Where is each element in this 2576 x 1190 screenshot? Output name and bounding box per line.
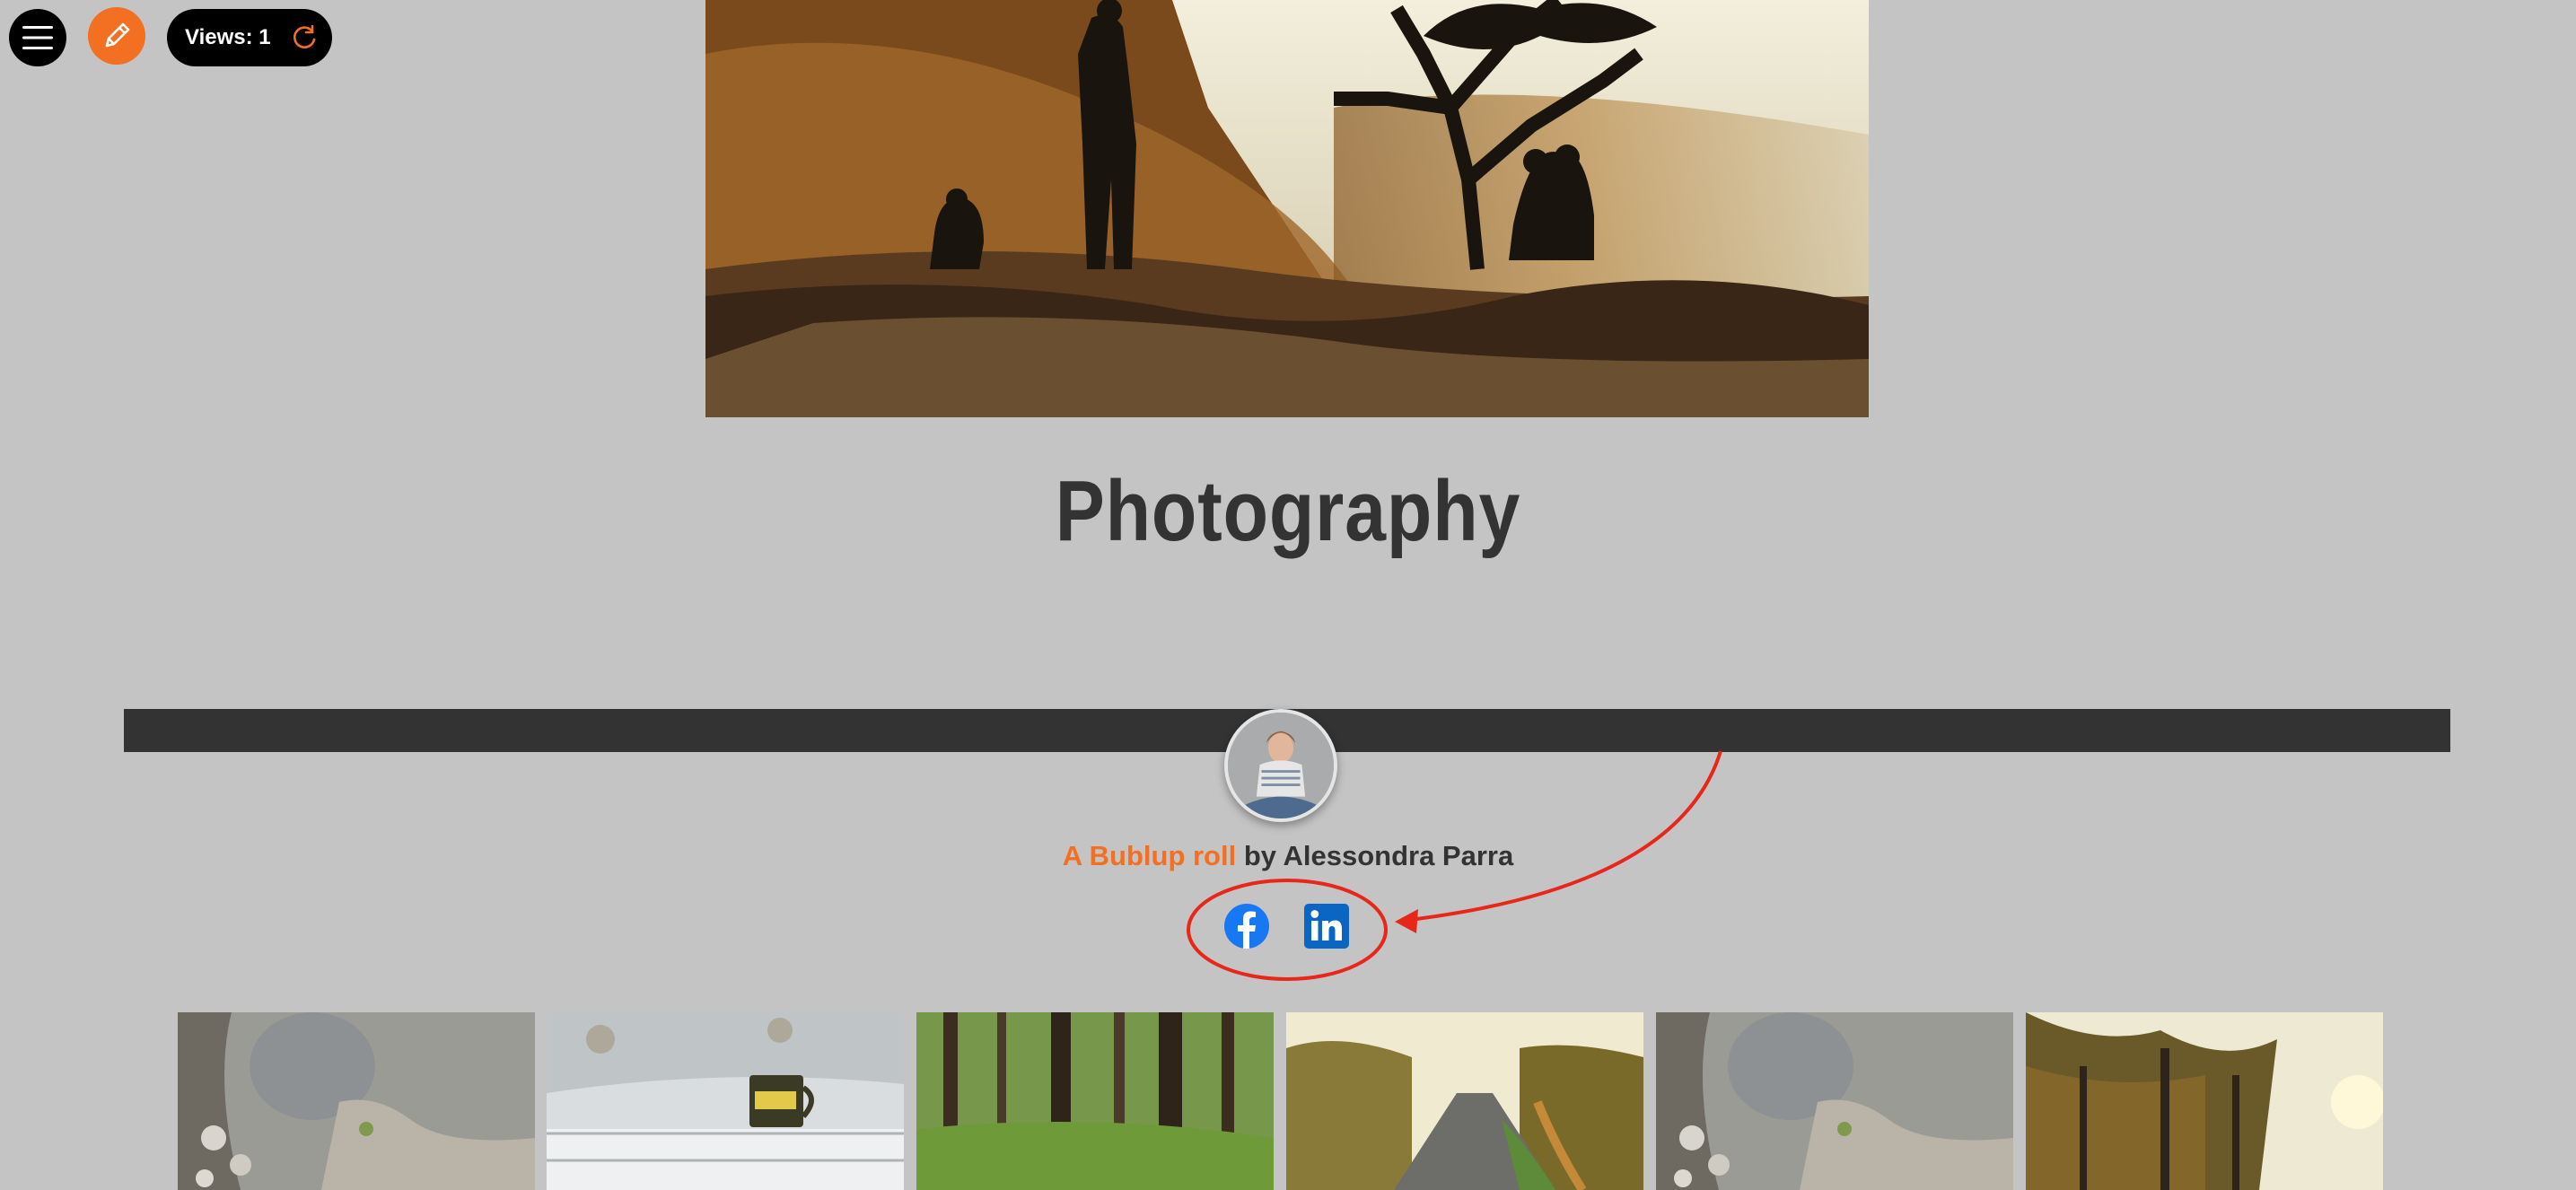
gallery-item[interactable] — [547, 1012, 904, 1190]
views-label: Views: 1 — [185, 25, 271, 49]
brand-link[interactable]: A Bublup roll — [1063, 840, 1236, 871]
annotation-ellipse — [1187, 879, 1388, 981]
page-title: Photography — [1055, 463, 1521, 559]
author-name: by Alessondra Parra — [1236, 840, 1514, 871]
pencil-icon — [105, 22, 130, 48]
gallery-item[interactable] — [916, 1012, 1274, 1190]
facebook-icon — [1224, 904, 1269, 949]
edit-button[interactable] — [88, 7, 145, 65]
gallery-item[interactable] — [1656, 1012, 2013, 1190]
views-counter: Views: 1 — [167, 9, 332, 66]
gallery-item[interactable] — [2026, 1012, 2383, 1190]
author-avatar[interactable] — [1224, 709, 1337, 822]
annotation-arrow — [1401, 750, 1722, 923]
hamburger-icon — [22, 26, 53, 49]
author-byline: A Bublup roll by Alessondra Parra — [0, 840, 2576, 872]
refresh-icon[interactable] — [291, 24, 318, 51]
gallery-item[interactable] — [1286, 1012, 1643, 1190]
annotation-arrowhead — [1395, 909, 1418, 933]
gallery-item[interactable] — [178, 1012, 535, 1190]
menu-button[interactable] — [9, 9, 66, 66]
facebook-share-button[interactable] — [1223, 903, 1270, 949]
hero-image — [705, 0, 1869, 417]
linkedin-share-button[interactable] — [1303, 903, 1350, 949]
linkedin-icon — [1304, 904, 1349, 949]
